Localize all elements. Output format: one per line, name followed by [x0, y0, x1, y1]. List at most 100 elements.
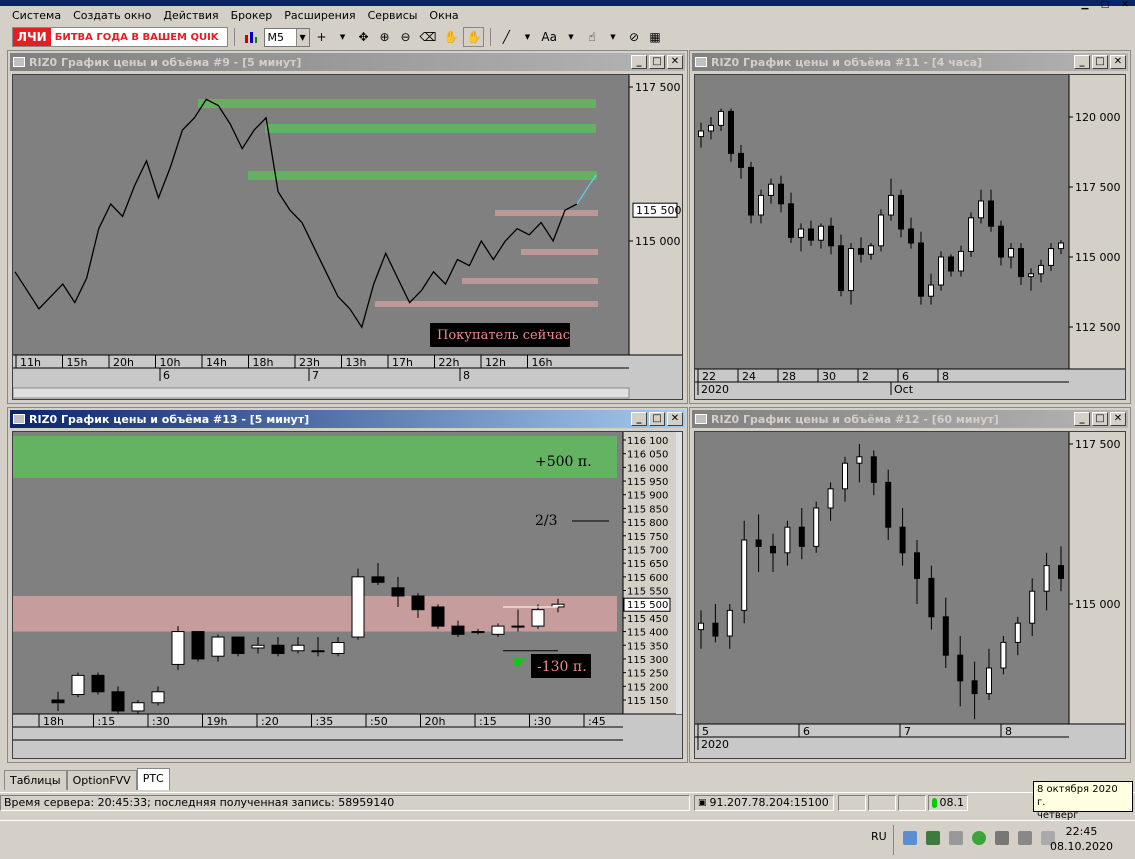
chart-window-13[interactable]: RIZ0 График цены и объёма #13 - [5 минут… — [7, 407, 688, 763]
candle-body — [918, 242, 924, 297]
chart-window-12[interactable]: RIZ0 График цены и объёма #12 - [60 мину… — [689, 407, 1131, 763]
window-title: RIZ0 График цены и объёма #11 - [4 часа] — [711, 55, 983, 69]
menu-item-windows[interactable]: Окна — [423, 6, 464, 25]
time-tick-label: 2 — [862, 370, 869, 383]
menu-item-services[interactable]: Сервисы — [362, 6, 424, 25]
price-zone — [495, 210, 598, 216]
annotation-text: Покупатель сейчас — [437, 328, 570, 343]
dropdown-arrow-icon[interactable]: ▼ — [334, 27, 352, 47]
maximize-button[interactable]: □ — [649, 412, 665, 426]
candle-body — [371, 576, 385, 583]
dropdown-arrow-icon[interactable]: ▼ — [604, 27, 622, 47]
tab-optionfvv[interactable]: OptionFVV — [66, 770, 137, 790]
text-tool-icon[interactable]: Aa — [539, 27, 559, 47]
move-icon[interactable]: ✥ — [355, 27, 373, 47]
price-tick-label: 115 850 — [627, 504, 668, 515]
minimize-button[interactable]: _ — [631, 412, 647, 426]
hand-pan-icon[interactable]: ✋ — [463, 27, 485, 47]
monitor-icon[interactable] — [1018, 831, 1032, 845]
candle-body — [948, 256, 954, 272]
candle-body — [828, 225, 834, 247]
chart-window-11[interactable]: RIZ0 График цены и объёма #11 - [4 часа]… — [689, 50, 1131, 404]
candle-body — [942, 616, 949, 656]
candle-body — [1000, 641, 1007, 669]
price-tick-label: 117 500 — [1075, 181, 1121, 194]
price-tick-label: 115 950 — [627, 477, 668, 488]
price-tick-label: 120 000 — [1075, 111, 1121, 124]
hand-icon[interactable]: ✋ — [442, 27, 461, 47]
tab-tables[interactable]: Таблицы — [4, 770, 67, 790]
zoom-out-icon[interactable]: ⊖ — [397, 27, 415, 47]
connection-address: ▣ 91.207.78.204:15100 — [694, 794, 834, 811]
price-zone — [248, 171, 597, 180]
chart-w11[interactable]: 120 000 117 500 115 000 112 500 22 24 28 30 2 6 8 2… — [695, 75, 1125, 399]
time-tick-label: 30 — [822, 370, 836, 383]
menu-item-broker[interactable]: Брокер — [225, 6, 279, 25]
chevron-down-icon[interactable]: ▼ — [295, 28, 309, 46]
time-tick-label: 22h — [439, 356, 460, 369]
time-tick-label: 13h — [346, 356, 367, 369]
price-tick-label: 115 300 — [627, 655, 668, 666]
volume-icon[interactable] — [949, 831, 963, 845]
window-titlebar[interactable]: RIZ0 График цены и объёма #11 - [4 часа]… — [692, 53, 1128, 71]
menu-item-extensions[interactable]: Расширения — [278, 6, 361, 25]
hide-objects-icon[interactable]: ⊘ — [625, 27, 643, 47]
chart-window-icon — [13, 414, 25, 424]
language-indicator[interactable]: RU — [871, 830, 887, 843]
chart-window-9[interactable]: RIZ0 График цены и объёма #9 - [5 минут]… — [7, 50, 688, 404]
security-icon[interactable] — [972, 831, 986, 845]
menu-item-system[interactable]: Система — [6, 6, 67, 25]
chart-w9[interactable]: 117 500 115 000 115 500 Покупатель сейчас 11… — [13, 75, 682, 399]
timeframe-select[interactable]: M5 ▼ — [263, 27, 310, 47]
clock[interactable]: 22:45 08.10.2020 — [1050, 824, 1113, 854]
time-tick-label: 8 — [942, 370, 949, 383]
line-tool-icon[interactable]: ╱ — [497, 27, 515, 47]
chart-background — [695, 432, 1125, 758]
minimize-button[interactable]: _ — [631, 55, 647, 69]
toolbar: ЛЧИ БИТВА ГОДА В ВАШЕМ QUIK M5 ▼ + ▼ ✥ ⊕… — [0, 25, 1135, 49]
time-tick-label: 17h — [392, 356, 413, 369]
time-tick-label: 15h — [67, 356, 88, 369]
minimize-button[interactable]: _ — [1074, 55, 1090, 69]
dropdown-arrow-icon[interactable]: ▼ — [562, 27, 580, 47]
logo-mark: ЛЧИ — [13, 28, 51, 46]
close-button[interactable]: ✕ — [1110, 412, 1126, 426]
window-titlebar[interactable]: RIZ0 График цены и объёма #12 - [60 мину… — [692, 410, 1128, 428]
price-tick-label: 115 000 — [1075, 598, 1121, 611]
minimize-button[interactable]: _ — [1074, 412, 1090, 426]
crosshair-icon[interactable]: + — [313, 27, 331, 47]
maximize-button[interactable]: □ — [1092, 412, 1108, 426]
tab-rts[interactable]: РТС — [136, 768, 170, 790]
pointer-icon[interactable]: ☝ — [583, 27, 601, 47]
network-icon[interactable] — [903, 831, 917, 845]
eraser-icon[interactable]: ⌫ — [418, 27, 439, 47]
candle-body — [291, 644, 305, 652]
maximize-button[interactable]: □ — [649, 55, 665, 69]
package-icon[interactable] — [926, 831, 940, 845]
chart-window-icon — [695, 414, 707, 424]
time-tick-label: 5 — [702, 725, 709, 738]
dropdown-arrow-icon[interactable]: ▼ — [518, 27, 536, 47]
chart-w13[interactable]: +500 п. 2/3 -130 п. ☛ 116 100 116 050 116 000 1… — [13, 432, 682, 758]
maximize-button[interactable]: □ — [1092, 55, 1108, 69]
lchi-logo[interactable]: ЛЧИ БИТВА ГОДА В ВАШЕМ QUIK — [12, 27, 228, 47]
menu-item-new-window[interactable]: Создать окно — [67, 6, 157, 25]
display-icon[interactable] — [995, 831, 1009, 845]
time-tick-label: 16h — [532, 356, 553, 369]
window-titlebar[interactable]: RIZ0 График цены и объёма #9 - [5 минут]… — [10, 53, 685, 71]
close-button[interactable]: ✕ — [667, 55, 683, 69]
price-tick-label: 117 500 — [635, 81, 681, 94]
zoom-in-icon[interactable]: ⊕ — [376, 27, 394, 47]
candle-body — [813, 507, 820, 547]
close-button[interactable]: ✕ — [1110, 55, 1126, 69]
candle-body — [231, 636, 245, 654]
time-tick-label: 28 — [782, 370, 796, 383]
chart-w12[interactable]: 117 500 115 000 5 6 7 8 2020 — [695, 432, 1125, 758]
window-titlebar[interactable]: RIZ0 График цены и объёма #13 - [5 минут… — [10, 410, 685, 428]
close-button[interactable]: ✕ — [667, 412, 683, 426]
delete-objects-icon[interactable]: ▦ — [646, 27, 664, 47]
time-tick-label: :50 — [370, 715, 388, 728]
toolbar-separator — [233, 28, 235, 46]
chart-type-icon[interactable] — [241, 27, 261, 47]
menu-item-actions[interactable]: Действия — [157, 6, 224, 25]
